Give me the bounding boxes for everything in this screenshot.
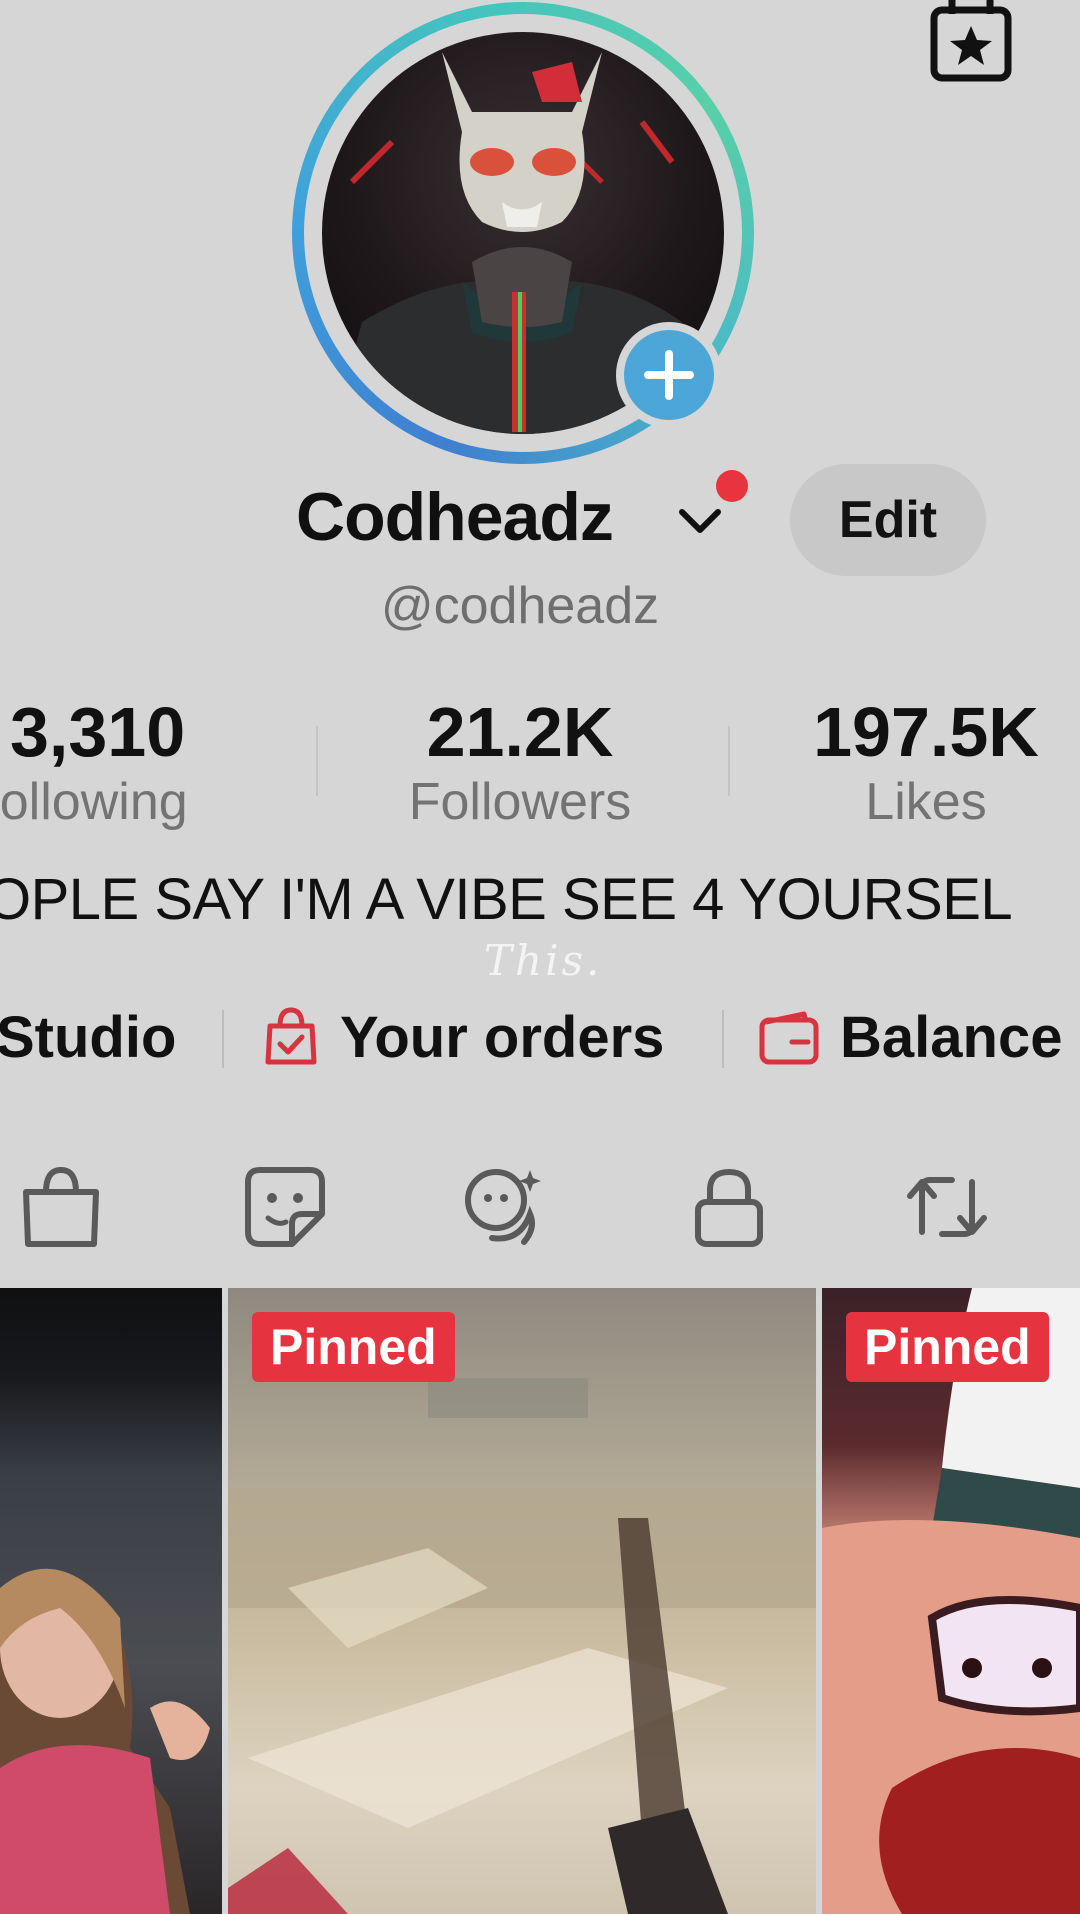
repost-icon[interactable] <box>902 1162 992 1252</box>
video-pinned-badge: Pinned <box>252 1312 455 1382</box>
plus-icon <box>644 350 694 400</box>
stat-following-value: 3,310 <box>10 693 186 771</box>
video-thumbnail[interactable]: Pinned <box>228 1288 816 1914</box>
chevron-down-icon[interactable] <box>676 500 724 540</box>
studio-link[interactable]: Studio <box>0 1004 176 1071</box>
video-thumbnail[interactable] <box>0 1288 222 1914</box>
stat-likes-label: Likes <box>865 773 987 831</box>
notification-dot <box>716 470 748 502</box>
stat-followers-label: Followers <box>408 773 632 831</box>
profile-handle: @codheadz <box>380 577 660 635</box>
stat-divider <box>316 726 318 796</box>
balance-link[interactable]: Balance <box>840 1004 1062 1071</box>
stat-likes-value: 197.5K <box>813 693 1039 771</box>
sticker-icon[interactable] <box>240 1162 330 1252</box>
stat-followers[interactable]: 21.2K Followers <box>370 692 670 832</box>
video-thumbnail-image <box>0 1568 210 1914</box>
wallet-icon <box>759 1011 819 1065</box>
orders-bag-icon <box>265 1007 317 1065</box>
stat-divider <box>728 726 730 796</box>
watermark-text: This. <box>484 936 603 985</box>
shopping-bag-icon[interactable] <box>16 1162 106 1252</box>
profile-display-name: Codheadz <box>296 479 614 555</box>
link-divider <box>722 1010 724 1068</box>
edit-profile-button[interactable]: Edit <box>790 464 986 576</box>
stat-followers-value: 21.2K <box>426 693 614 771</box>
stat-following[interactable]: 3,310 Following <box>0 692 230 832</box>
your-orders-link[interactable]: Your orders <box>340 1004 664 1071</box>
video-thumbnail[interactable]: Pinned <box>822 1288 1080 1914</box>
lock-icon[interactable] <box>684 1162 774 1252</box>
ai-face-icon[interactable] <box>458 1162 548 1252</box>
link-divider <box>222 1010 224 1068</box>
add-story-button[interactable] <box>624 330 714 420</box>
profile-bio: OPLE SAY I'M A VIBE SEE 4 YOURSEL <box>0 867 1013 932</box>
calendar-star-icon[interactable] <box>928 0 1014 84</box>
stat-following-label: Following <box>0 773 188 831</box>
stat-likes[interactable]: 197.5K Likes <box>784 692 1080 832</box>
video-pinned-badge: Pinned <box>846 1312 1049 1382</box>
